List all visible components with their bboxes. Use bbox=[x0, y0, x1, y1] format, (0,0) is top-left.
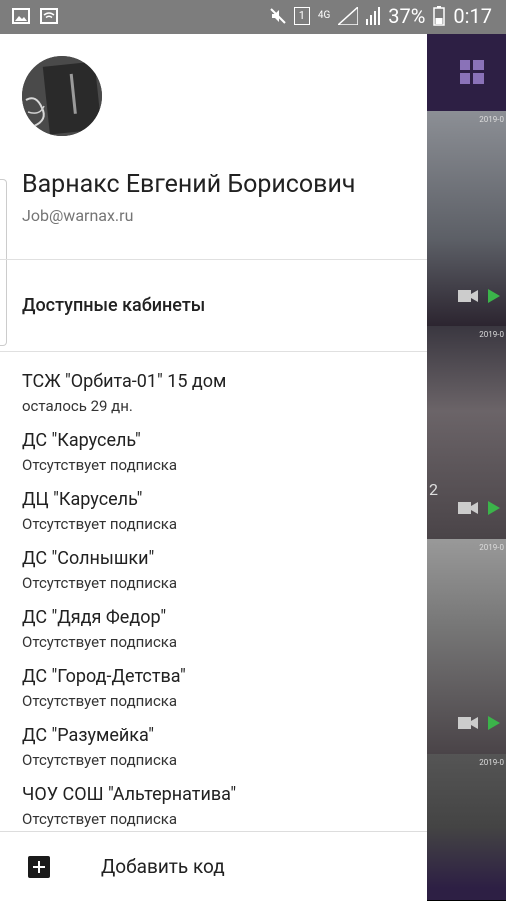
user-email: Job@warnax.ru bbox=[22, 206, 134, 225]
play-icon[interactable] bbox=[488, 716, 500, 730]
camera-tile[interactable]: 2019-0 bbox=[427, 111, 506, 326]
battery-icon bbox=[433, 6, 446, 26]
add-code-label: Добавить код bbox=[101, 855, 225, 878]
cabinet-title: ДЦ "Карусель" bbox=[22, 489, 143, 510]
camera-timestamp: 2019-0 bbox=[479, 543, 504, 552]
camera-tile[interactable]: 2019-0 2 bbox=[427, 326, 506, 539]
mute-icon bbox=[270, 8, 286, 24]
add-box-icon bbox=[28, 856, 50, 878]
camera-label: 2 bbox=[429, 480, 438, 499]
camera-timestamp: 2019-0 bbox=[479, 330, 504, 339]
wifi-icon bbox=[40, 8, 58, 24]
signal-icon-2 bbox=[366, 7, 381, 25]
drawer-edge-handle bbox=[0, 179, 7, 346]
cabinet-title: ДС "Дядя Федор" bbox=[22, 607, 167, 628]
battery-percent: 37% bbox=[388, 4, 426, 28]
navigation-drawer: Варнакс Евгений Борисович Job@warnax.ru … bbox=[0, 34, 427, 901]
cabinet-item[interactable]: ТСЖ "Орбита-01" 15 дом осталось 29 дн. bbox=[22, 371, 226, 416]
app-bar bbox=[427, 34, 506, 111]
cabinet-title: ДС "Город-Детства" bbox=[22, 666, 186, 687]
clock: 0:17 bbox=[453, 4, 492, 28]
cabinet-title: ЧОУ СОШ "Альтернатива" bbox=[22, 784, 237, 805]
cabinet-item[interactable]: ЧОУ СОШ "Альтернатива" Отсутствует подпи… bbox=[22, 784, 236, 829]
cabinet-title: ТСЖ "Орбита-01" 15 дом bbox=[22, 371, 227, 392]
cabinet-status: Отсутствует подписка bbox=[22, 692, 178, 710]
camera-timestamp: 2019-0 bbox=[479, 115, 504, 124]
cabinet-status: Отсутствует подписка bbox=[22, 751, 178, 769]
status-bar: 1 4G 37% 0:17 bbox=[0, 0, 506, 34]
avatar-image bbox=[22, 56, 102, 136]
cabinet-status: Отсутствует подписка bbox=[22, 633, 178, 651]
cabinet-title: ДС "Разумейка" bbox=[22, 725, 154, 746]
cabinet-status: Отсутствует подписка bbox=[22, 810, 178, 828]
network-indicator: 4G bbox=[317, 10, 331, 21]
image-icon bbox=[12, 8, 30, 24]
cabinet-status: Отсутствует подписка bbox=[22, 515, 178, 533]
cabinet-status: осталось 29 дн. bbox=[22, 397, 133, 415]
add-code-button[interactable]: Добавить код bbox=[0, 831, 427, 901]
cabinet-item[interactable]: ДС "Город-Детства" Отсутствует подписка bbox=[22, 666, 186, 711]
cabinet-item[interactable]: ДС "Дядя Федор" Отсутствует подписка bbox=[22, 607, 177, 652]
divider bbox=[0, 351, 427, 352]
video-camera-icon[interactable] bbox=[458, 716, 478, 730]
video-camera-icon[interactable] bbox=[458, 289, 478, 303]
user-name: Варнакс Евгений Борисович bbox=[22, 170, 356, 199]
cabinet-item[interactable]: ДС "Солнышки" Отсутствует подписка bbox=[22, 548, 177, 593]
video-camera-icon[interactable] bbox=[458, 501, 478, 515]
background-app: 2019-0 2019-0 2 2019-0 2019-0 bbox=[427, 34, 506, 900]
grid-layout-icon[interactable] bbox=[460, 60, 484, 84]
section-title: Доступные кабинеты bbox=[22, 295, 206, 316]
cabinet-item[interactable]: ДЦ "Карусель" Отсутствует подписка bbox=[22, 489, 177, 534]
divider bbox=[0, 259, 427, 260]
cabinet-title: ДС "Карусель" bbox=[22, 430, 141, 451]
cabinet-status: Отсутствует подписка bbox=[22, 574, 178, 592]
cabinet-item[interactable]: ДС "Карусель" Отсутствует подписка bbox=[22, 430, 177, 475]
avatar[interactable] bbox=[22, 56, 102, 136]
camera-tile[interactable]: 2019-0 bbox=[427, 539, 506, 754]
signal-icon bbox=[338, 7, 359, 25]
cabinet-status: Отсутствует подписка bbox=[22, 456, 178, 474]
play-icon[interactable] bbox=[488, 289, 500, 303]
cabinet-title: ДС "Солнышки" bbox=[22, 548, 155, 569]
cabinet-item[interactable]: ДС "Разумейка" Отсутствует подписка bbox=[22, 725, 177, 770]
play-icon[interactable] bbox=[488, 501, 500, 515]
sim-icon: 1 bbox=[293, 7, 310, 25]
camera-tile[interactable]: 2019-0 bbox=[427, 754, 506, 900]
camera-timestamp: 2019-0 bbox=[479, 758, 504, 767]
